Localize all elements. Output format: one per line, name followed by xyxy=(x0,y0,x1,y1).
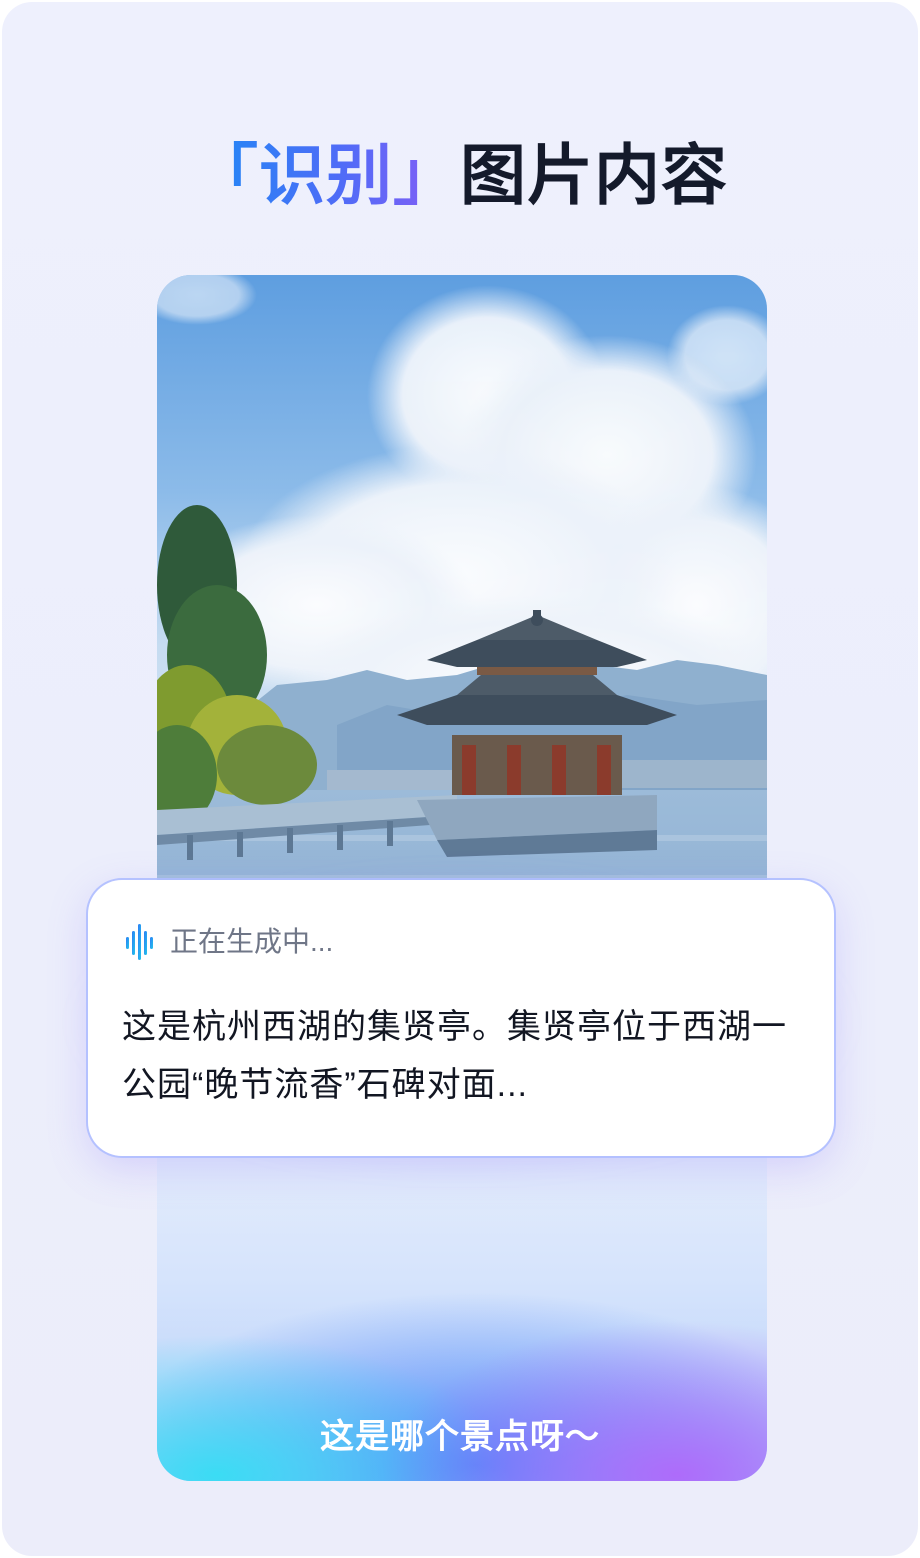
status-row: 正在生成中... xyxy=(126,920,333,964)
answer-text: 这是杭州西湖的集贤亭。集贤亭位于西湖一公园“晚节流香”石碑对面... xyxy=(122,1008,787,1104)
title-accent: 「识别」 xyxy=(192,138,460,212)
query-bubble-text: 这是哪个景点呀～ xyxy=(320,1418,600,1456)
page-title: 「识别」图片内容 xyxy=(2,130,918,220)
title-rest: 图片内容 xyxy=(460,138,728,212)
app-frame: 「识别」图片内容 这是哪个景点呀～ 正在生成中... 这是杭州西湖的集贤亭。集贤… xyxy=(2,2,918,1556)
voice-wave-icon xyxy=(126,924,153,960)
status-text: 正在生成中... xyxy=(170,926,334,957)
answer-card[interactable]: 正在生成中... 这是杭州西湖的集贤亭。集贤亭位于西湖一公园“晚节流香”石碑对面… xyxy=(88,880,834,1156)
